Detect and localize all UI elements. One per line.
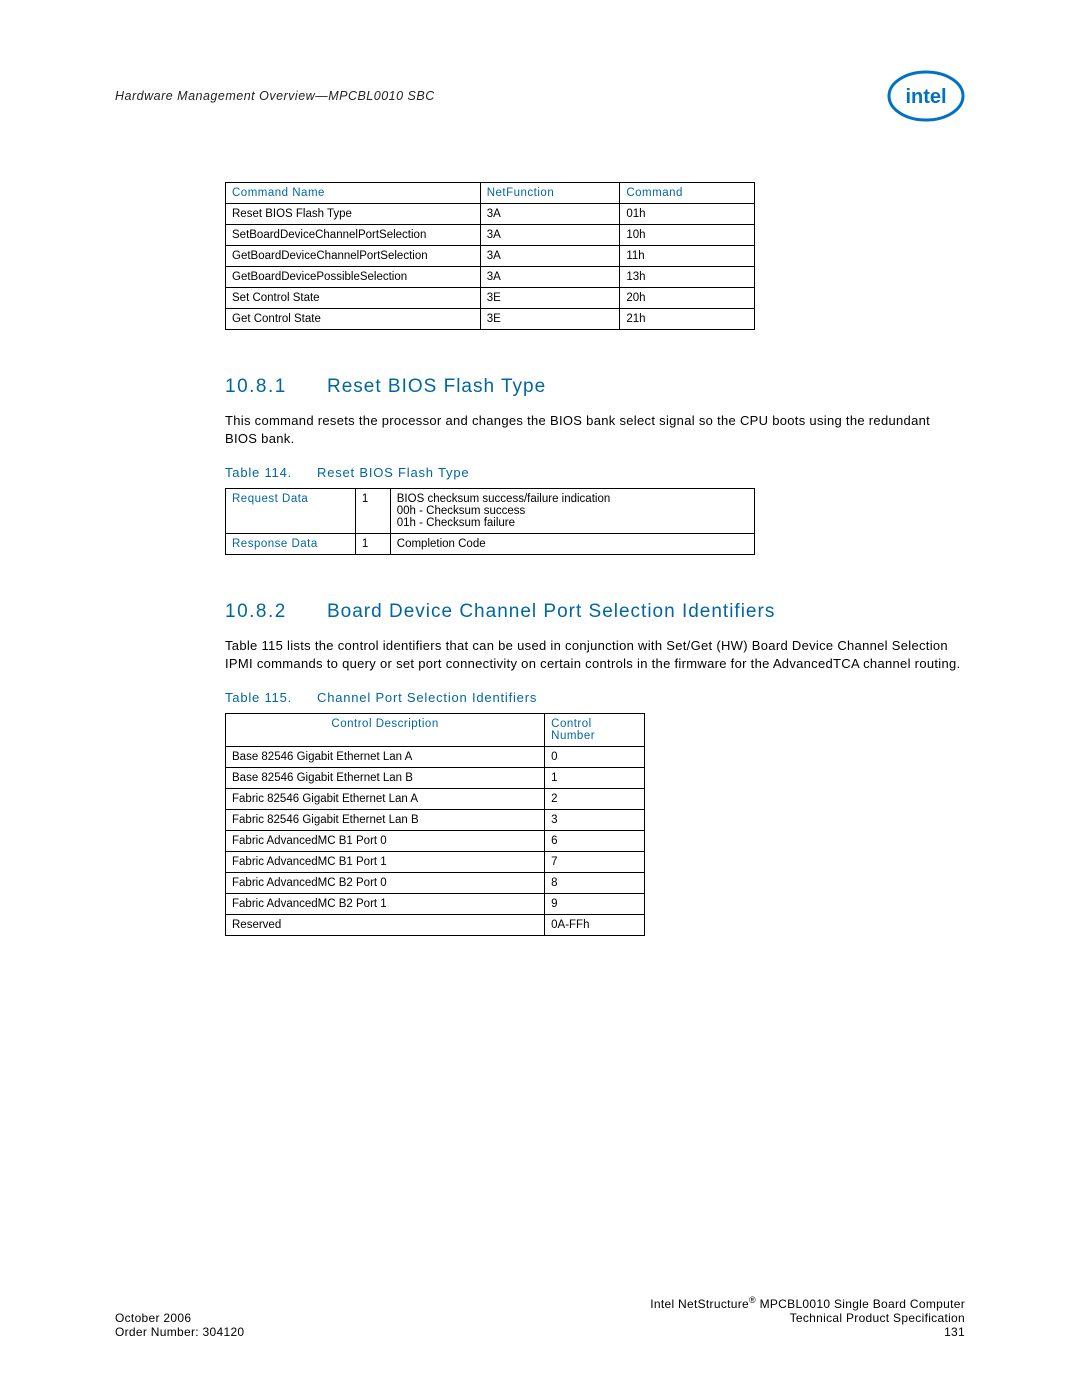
header-text: Hardware Management Overview—MPCBL0010 S…	[115, 89, 435, 103]
table-row: Fabric 82546 Gigabit Ethernet Lan B3	[226, 810, 645, 831]
table-row: Get Control State3E21h	[226, 309, 755, 330]
section-number: 10.8.1	[115, 376, 327, 398]
table-row: SetBoardDeviceChannelPortSelection3A10h	[226, 225, 755, 246]
svg-text:intel: intel	[905, 86, 946, 108]
page-header: Hardware Management Overview—MPCBL0010 S…	[115, 70, 965, 122]
table-row: Reset BIOS Flash Type3A01h	[226, 204, 755, 225]
section-title: Board Device Channel Port Selection Iden…	[327, 601, 775, 622]
caption-title: Channel Port Selection Identifiers	[317, 690, 537, 705]
footer-page: 131	[944, 1325, 965, 1339]
cell-multiline: BIOS checksum success/failure indication…	[390, 489, 754, 534]
reset-bios-table: Request Data 1 BIOS checksum success/fai…	[225, 488, 755, 555]
table-row: GetBoardDeviceChannelPortSelection3A11h	[226, 246, 755, 267]
footer-date: October 2006	[115, 1311, 191, 1325]
channel-port-table: Control Description Control Number Base …	[225, 713, 645, 936]
table-caption: Table 115.Channel Port Selection Identif…	[115, 690, 965, 705]
commands-table: Command Name NetFunction Command Reset B…	[225, 182, 755, 330]
intel-logo-icon: intel	[887, 70, 965, 122]
table-header: Command Name	[226, 183, 481, 204]
table-row: Fabric AdvancedMC B2 Port 19	[226, 894, 645, 915]
table-row: Reserved0A-FFh	[226, 915, 645, 936]
paragraph: This command resets the processor and ch…	[225, 412, 965, 447]
table-row: Request Data 1 BIOS checksum success/fai…	[226, 489, 755, 534]
page-footer: Intel NetStructure® MPCBL0010 Single Boa…	[115, 1295, 965, 1339]
table-row: Fabric AdvancedMC B1 Port 06	[226, 831, 645, 852]
table-caption: Table 114.Reset BIOS Flash Type	[115, 465, 965, 480]
table-row: Base 82546 Gigabit Ethernet Lan A0	[226, 747, 645, 768]
table-row: GetBoardDevicePossibleSelection3A13h	[226, 267, 755, 288]
section-title: Reset BIOS Flash Type	[327, 376, 546, 397]
footer-spec: Technical Product Specification	[790, 1311, 965, 1325]
table-header: Control Number	[545, 714, 645, 747]
table-row: Response Data 1 Completion Code	[226, 534, 755, 555]
caption-number: Table 115.	[225, 690, 317, 705]
caption-title: Reset BIOS Flash Type	[317, 465, 469, 480]
section-heading: 10.8.2Board Device Channel Port Selectio…	[115, 601, 965, 623]
table-header: Control Description	[226, 714, 545, 747]
table-header: NetFunction	[480, 183, 620, 204]
footer-order: Order Number: 304120	[115, 1325, 244, 1339]
registered-icon: ®	[749, 1295, 756, 1305]
footer-product: Intel NetStructure® MPCBL0010 Single Boa…	[115, 1295, 965, 1311]
section-heading: 10.8.1Reset BIOS Flash Type	[115, 376, 965, 398]
table-header: Command	[620, 183, 755, 204]
paragraph: Table 115 lists the control identifiers …	[225, 637, 965, 672]
caption-number: Table 114.	[225, 465, 317, 480]
table-row: Fabric 82546 Gigabit Ethernet Lan A2	[226, 789, 645, 810]
table-row: Fabric AdvancedMC B2 Port 08	[226, 873, 645, 894]
table-row: Fabric AdvancedMC B1 Port 17	[226, 852, 645, 873]
table-row: Set Control State3E20h	[226, 288, 755, 309]
section-number: 10.8.2	[115, 601, 327, 623]
table-row: Base 82546 Gigabit Ethernet Lan B1	[226, 768, 645, 789]
